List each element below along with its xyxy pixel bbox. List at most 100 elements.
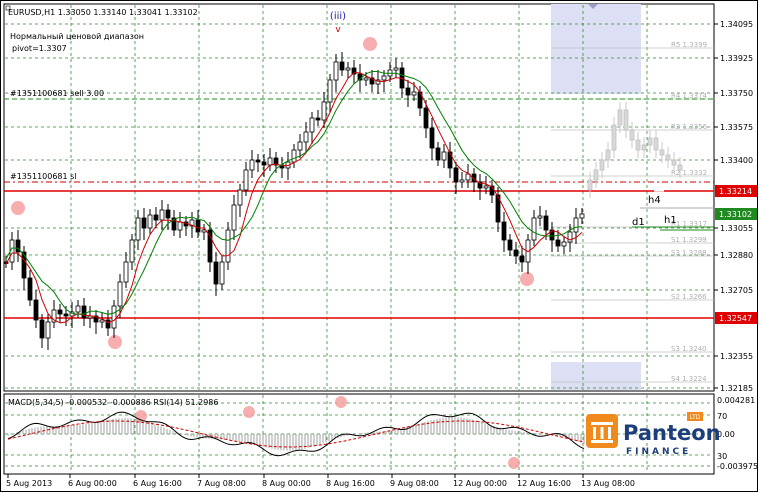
candle-body bbox=[297, 141, 303, 151]
price-badge-label: 1.33102 bbox=[719, 210, 752, 219]
candle-body bbox=[483, 185, 489, 189]
candle-body bbox=[225, 229, 231, 263]
pivot-level-label: S2 1.3266 bbox=[671, 293, 707, 301]
projected-candle-body bbox=[587, 179, 593, 191]
candle-body bbox=[531, 217, 537, 241]
candle-body bbox=[519, 255, 525, 263]
candle-body bbox=[579, 213, 585, 219]
projected-candle-body bbox=[629, 129, 635, 141]
price-axis-label: 1.32185 bbox=[720, 384, 753, 393]
price-axis-label: 1.33400 bbox=[720, 156, 753, 165]
candle-body bbox=[303, 131, 309, 143]
candle-body bbox=[441, 151, 447, 161]
candle-body bbox=[111, 305, 117, 329]
pivot-level-label: S4 1.3224 bbox=[671, 375, 707, 383]
price-axis-label: 1.33575 bbox=[720, 123, 753, 132]
candle-body bbox=[39, 319, 45, 339]
candle-body bbox=[81, 305, 87, 319]
candle-body bbox=[309, 117, 315, 133]
candle-body bbox=[327, 79, 333, 103]
candle-body bbox=[429, 127, 435, 149]
candle-body bbox=[507, 239, 513, 251]
projected-candle-body bbox=[671, 159, 677, 166]
candle-body bbox=[135, 217, 141, 241]
projected-candle-body bbox=[653, 137, 659, 151]
future-range-box-bottom bbox=[551, 362, 641, 390]
price-badge-label: 1.33214 bbox=[719, 187, 752, 196]
projected-candle-body bbox=[617, 109, 623, 126]
candle-body bbox=[513, 249, 519, 257]
pivot-level-label: S1 1.3299 bbox=[671, 236, 707, 244]
price-axis-label: 1.33055 bbox=[720, 224, 753, 233]
candle-body bbox=[573, 217, 579, 233]
indicator-name: Нормальный ценовой диапазон bbox=[10, 32, 144, 41]
projected-candle-body bbox=[605, 149, 611, 161]
symbol-info: EURUSD,H1 1.33050 1.33140 1.33041 1.3310… bbox=[8, 8, 198, 17]
future-range-box-top bbox=[551, 4, 641, 94]
pivot-level-label: R5 1.3399 bbox=[671, 41, 707, 49]
candle-body bbox=[459, 179, 465, 183]
candle-body bbox=[315, 117, 321, 121]
projected-candle-body bbox=[611, 124, 617, 151]
turning-point-marker bbox=[363, 37, 377, 51]
macd-turning-point-marker bbox=[508, 457, 520, 469]
projected-candle-body bbox=[641, 144, 647, 151]
logo-badge: LTD bbox=[690, 414, 701, 421]
candle-body bbox=[543, 215, 549, 231]
candle-body bbox=[411, 91, 417, 96]
wave-marker-icon: v bbox=[335, 25, 341, 35]
candle-body bbox=[123, 261, 129, 283]
candle-body bbox=[237, 189, 243, 206]
candle-body bbox=[345, 67, 351, 71]
time-axis-label: 13 Aug 08:00 bbox=[581, 479, 635, 488]
candle-body bbox=[153, 214, 159, 221]
macd-axis-label: 0.004281 bbox=[717, 396, 755, 405]
price-axis-label: 1.32355 bbox=[720, 352, 753, 361]
sell-order-label: #1351100681 sell 3.00 bbox=[10, 89, 104, 98]
candle-body bbox=[393, 67, 399, 71]
candle-body bbox=[333, 61, 339, 81]
price-axis-label: 1.32705 bbox=[720, 286, 753, 295]
candle-body bbox=[363, 77, 369, 81]
time-axis-label: 5 Aug 2013 bbox=[6, 479, 52, 488]
price-badge-label: 1.32547 bbox=[719, 314, 752, 323]
macd-axis-label: 30 bbox=[717, 452, 727, 461]
time-axis-label: 12 Aug 16:00 bbox=[517, 479, 571, 488]
candle-body bbox=[75, 305, 81, 313]
candle-body bbox=[537, 215, 543, 219]
candle-body bbox=[453, 167, 459, 183]
wave-label: (iii) bbox=[330, 11, 346, 22]
h1-label: h1 bbox=[664, 215, 677, 226]
projected-candle-body bbox=[599, 159, 605, 171]
candle-body bbox=[27, 277, 33, 301]
candle-body bbox=[249, 159, 255, 171]
macd-axis-label: -0.003975 bbox=[717, 462, 758, 471]
candle-body bbox=[159, 209, 165, 221]
candle-body bbox=[57, 309, 63, 315]
candle-body bbox=[141, 217, 147, 229]
candle-body bbox=[33, 299, 39, 321]
candle-body bbox=[147, 214, 153, 229]
candle-body bbox=[231, 204, 237, 231]
candle-body bbox=[165, 209, 171, 219]
chart-window[interactable]: R5 1.3399R4 1.3374R3 1.3356R2 1.3332R1 1… bbox=[0, 0, 759, 493]
candle-body bbox=[45, 321, 51, 339]
time-axis-label: 6 Aug 00:00 bbox=[68, 479, 117, 488]
projected-candle-body bbox=[659, 149, 665, 156]
projected-candle-body bbox=[677, 164, 683, 171]
candle-body bbox=[381, 75, 387, 81]
candle-body bbox=[447, 151, 453, 169]
pivot-level-label: S3 1.3288 bbox=[671, 249, 707, 257]
projected-candle-body bbox=[635, 139, 641, 151]
logo-brand: Panteon bbox=[623, 421, 721, 445]
price-axis-label: 1.34095 bbox=[720, 20, 753, 29]
time-axis-label: 6 Aug 16:00 bbox=[133, 479, 182, 488]
candle-body bbox=[129, 239, 135, 263]
candle-body bbox=[561, 241, 567, 247]
candle-body bbox=[291, 149, 297, 163]
candle-body bbox=[213, 261, 219, 285]
macd-axis-label: 70 bbox=[717, 412, 727, 421]
candle-body bbox=[177, 221, 183, 231]
d1-label: d1 bbox=[632, 217, 645, 228]
candle-body bbox=[261, 161, 267, 166]
